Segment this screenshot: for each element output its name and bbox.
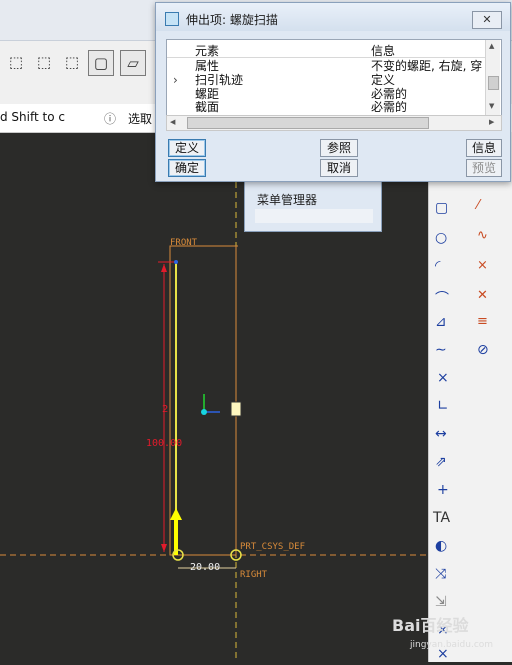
element-info: 定义 xyxy=(371,73,396,87)
element-name: 截面 xyxy=(195,101,220,113)
sketch-marker: 2 xyxy=(162,404,169,415)
filter-icon[interactable]: ⓘ xyxy=(104,110,116,127)
table-row[interactable]: › 扫引轨迹 定义 xyxy=(167,74,487,87)
table-row[interactable]: 螺距 必需的 xyxy=(167,88,487,101)
helical-sweep-dialog: 伸出项: 螺旋扫描 ✕ 元素 信息 属性 不变的螺距, 右旋, 穿 › 扫引轨迹… xyxy=(155,2,511,182)
horizontal-scrollbar[interactable]: ◀ ▶ xyxy=(166,115,502,131)
watermark-url: jingyan.baidu.com xyxy=(410,640,494,650)
scroll-thumb[interactable] xyxy=(488,76,499,90)
dialog-titlebar[interactable]: 伸出项: 螺旋扫描 ✕ xyxy=(156,3,510,31)
rectangle-icon[interactable]: ▢ xyxy=(435,200,448,216)
status-text: d Shift to c xyxy=(0,110,65,124)
table-row[interactable]: 截面 必需的 xyxy=(167,101,487,113)
current-row-icon: › xyxy=(173,73,178,87)
ok-button[interactable]: 确定 xyxy=(168,159,206,177)
sketch-view-icon[interactable]: ▱ xyxy=(120,50,146,76)
wave-icon[interactable]: ∼ xyxy=(435,342,447,358)
trim-icon[interactable]: ✕ xyxy=(477,288,488,303)
sketch-toolbar: ▢ ⁄ ○ ∿ ◜ × ⌒ ✕ ⊿ ≡ ∼ ⊘ × ∟ ↔ ⇗ + TA ◐ ⤨… xyxy=(428,132,512,662)
view-side-icon[interactable]: ⬚ xyxy=(60,50,84,74)
element-name: 属性 xyxy=(195,59,220,73)
refer-button[interactable]: 参照 xyxy=(320,139,358,157)
arc-icon[interactable]: ◜ xyxy=(435,258,440,274)
hscroll-thumb[interactable] xyxy=(187,117,429,129)
move-icon[interactable]: ⇲ xyxy=(435,594,447,610)
front-datum-label: FRONT xyxy=(170,238,198,248)
menu-manager-content[interactable] xyxy=(255,209,373,223)
element-info: 必需的 xyxy=(371,87,408,101)
dialog-title: 伸出项: 螺旋扫描 xyxy=(186,13,278,27)
element-info: 必需的 xyxy=(371,101,408,113)
centerline-icon[interactable]: ⁄ xyxy=(477,198,479,213)
csys-label: PRT_CSYS_DEF xyxy=(240,542,306,552)
text-icon[interactable]: TA xyxy=(433,510,450,526)
dimension-icon[interactable]: ↔ xyxy=(435,426,447,442)
dialog-icon xyxy=(165,12,179,26)
fillet-icon[interactable]: ⌒ xyxy=(435,288,449,308)
point-icon[interactable]: × xyxy=(477,258,488,273)
scroll-right-icon[interactable]: ▶ xyxy=(489,118,494,126)
menu-manager-title: 菜单管理器 xyxy=(257,193,318,207)
palette-icon[interactable]: ◐ xyxy=(435,538,447,554)
vertical-scrollbar[interactable]: ▲ ▼ xyxy=(485,40,500,116)
right-datum-label: RIGHT xyxy=(240,570,268,580)
plus-icon[interactable]: + xyxy=(437,482,449,498)
horizontal-dimension[interactable]: 20.00 xyxy=(190,562,220,573)
chamfer-icon[interactable]: ⊿ xyxy=(435,314,447,330)
watermark-brand: Bai百经验 xyxy=(392,616,469,635)
define-button[interactable]: 定义 xyxy=(168,139,206,157)
view-top-icon[interactable]: ⬚ xyxy=(32,50,56,74)
circle-icon[interactable]: ○ xyxy=(435,230,447,246)
corner-icon[interactable]: ∟ xyxy=(437,398,449,414)
modify-icon[interactable]: ⇗ xyxy=(435,454,447,470)
menu-manager: 菜单管理器 xyxy=(244,178,382,232)
shaded-view-icon[interactable]: ▢ xyxy=(88,50,114,76)
ruler-icon[interactable]: ≡ xyxy=(477,314,488,329)
mirror-icon[interactable]: ⤨ xyxy=(435,566,446,582)
close-button[interactable]: ✕ xyxy=(472,11,502,29)
scroll-left-icon[interactable]: ◀ xyxy=(170,118,175,126)
link-icon[interactable]: ⊘ xyxy=(477,342,489,358)
elements-table: 元素 信息 属性 不变的螺距, 右旋, 穿 › 扫引轨迹 定义 螺距 必需的 截… xyxy=(166,39,502,117)
element-name: 扫引轨迹 xyxy=(195,73,244,87)
element-name: 螺距 xyxy=(195,87,220,101)
scroll-up-icon[interactable]: ▲ xyxy=(489,42,494,50)
spline-icon[interactable]: ∿ xyxy=(477,228,488,243)
cross-icon[interactable]: × xyxy=(437,370,449,386)
select-label[interactable]: 选取 xyxy=(128,110,152,127)
cancel-button[interactable]: 取消 xyxy=(320,159,358,177)
element-info: 不变的螺距, 右旋, 穿 xyxy=(371,59,483,73)
table-row[interactable]: 属性 不变的螺距, 右旋, 穿 xyxy=(167,60,487,73)
info-button[interactable]: 信息 xyxy=(466,139,502,157)
preview-button[interactable]: 预览 xyxy=(466,159,502,177)
vertical-dimension[interactable]: 100.00 xyxy=(146,438,182,449)
scroll-down-icon[interactable]: ▼ xyxy=(489,102,494,110)
view-iso-icon[interactable]: ⬚ xyxy=(4,50,28,74)
